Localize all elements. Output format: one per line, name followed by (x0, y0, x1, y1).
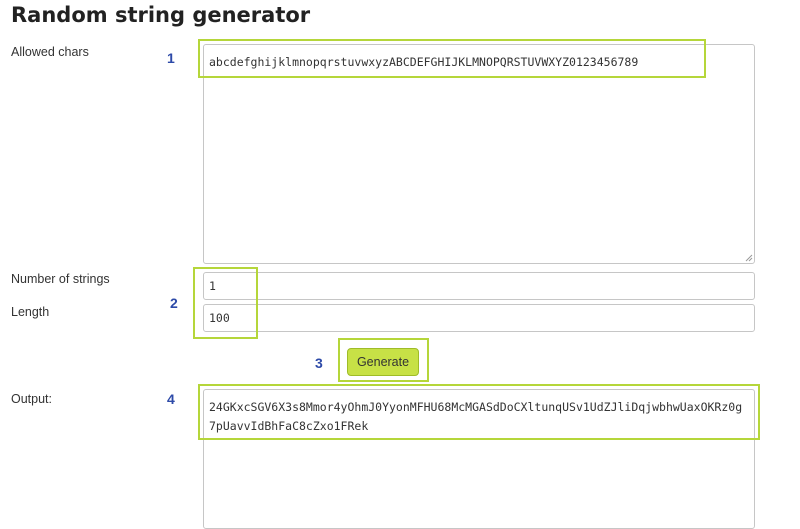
length-value: 100 (209, 311, 230, 325)
allowed-chars-value: abcdefghijklmnopqrstuvwxyzABCDEFGHIJKLMN… (209, 55, 639, 69)
annotation-marker-3: 3 (315, 355, 323, 371)
allowed-chars-label: Allowed chars (11, 45, 89, 59)
number-of-strings-input[interactable]: 1 (203, 272, 755, 300)
annotation-marker-1: 1 (167, 50, 175, 66)
allowed-chars-textarea[interactable]: abcdefghijklmnopqrstuvwxyzABCDEFGHIJKLMN… (203, 44, 755, 264)
number-of-strings-label: Number of strings (11, 272, 110, 286)
annotation-marker-4: 4 (167, 391, 175, 407)
output-value: 24GKxcSGV6X3s8Mmor4yOhmJ0YyonMFHU68McMGA… (209, 400, 743, 433)
generate-button[interactable]: Generate (347, 348, 419, 376)
number-of-strings-value: 1 (209, 279, 216, 293)
annotation-marker-2: 2 (170, 295, 178, 311)
page-title: Random string generator (11, 3, 311, 27)
length-label: Length (11, 305, 50, 319)
resize-grip-icon[interactable] (745, 254, 753, 262)
output-label: Output: (11, 392, 52, 406)
length-input[interactable]: 100 (203, 304, 755, 332)
output-textarea[interactable]: 24GKxcSGV6X3s8Mmor4yOhmJ0YyonMFHU68McMGA… (203, 389, 755, 529)
